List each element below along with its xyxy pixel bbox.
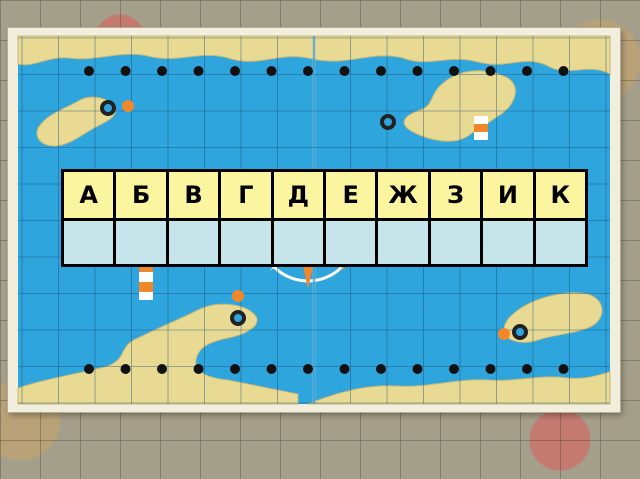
game-board: АБВГДЕЖЗИК [8, 28, 620, 412]
letter-cell: А [64, 172, 114, 218]
board-node [230, 66, 240, 76]
answer-cell[interactable] [221, 221, 271, 264]
board-node [84, 66, 94, 76]
board-node [376, 364, 386, 374]
cannon-icon [380, 114, 396, 130]
board-node [193, 66, 204, 76]
board-node [303, 364, 313, 374]
letter-cell: К [535, 172, 585, 218]
letter-cell: И [483, 172, 533, 218]
letter-cell: Б [116, 172, 166, 218]
board-node [157, 66, 167, 76]
board-node [522, 364, 532, 374]
board-node [485, 66, 496, 76]
board-node [558, 364, 569, 374]
board-node [266, 66, 277, 76]
answer-cell[interactable] [116, 221, 166, 264]
answer-cell[interactable] [535, 221, 585, 264]
board-node [558, 66, 569, 76]
board-node [412, 66, 423, 76]
letter-cell: Е [326, 172, 376, 218]
board-node [84, 364, 94, 374]
answer-cell[interactable] [430, 221, 481, 264]
board-node [230, 364, 240, 374]
board-node [120, 364, 131, 374]
lighthouse-icon [474, 116, 488, 140]
board-node [266, 364, 277, 374]
letter-table: АБВГДЕЖЗИК [61, 169, 588, 267]
board-node [339, 364, 350, 374]
letter-cell: В [168, 172, 219, 218]
board-node [303, 66, 313, 76]
answer-cell[interactable] [326, 221, 376, 264]
letter-cell: Ж [378, 172, 428, 218]
board-node [522, 66, 532, 76]
board-node [157, 364, 167, 374]
board-node [120, 66, 131, 76]
board-node [449, 66, 459, 76]
answer-cell[interactable] [273, 221, 323, 264]
board-node [193, 364, 204, 374]
letter-cell: Г [221, 172, 271, 218]
board-node [339, 66, 350, 76]
board-node [449, 364, 459, 374]
answer-cell[interactable] [64, 221, 114, 264]
board-node [376, 66, 386, 76]
letter-cell: З [430, 172, 481, 218]
answer-cell[interactable] [378, 221, 428, 264]
letter-cell: Д [273, 172, 323, 218]
answer-cell[interactable] [168, 221, 219, 264]
answer-cell[interactable] [483, 221, 533, 264]
board-node [412, 364, 423, 374]
board-node [485, 364, 496, 374]
